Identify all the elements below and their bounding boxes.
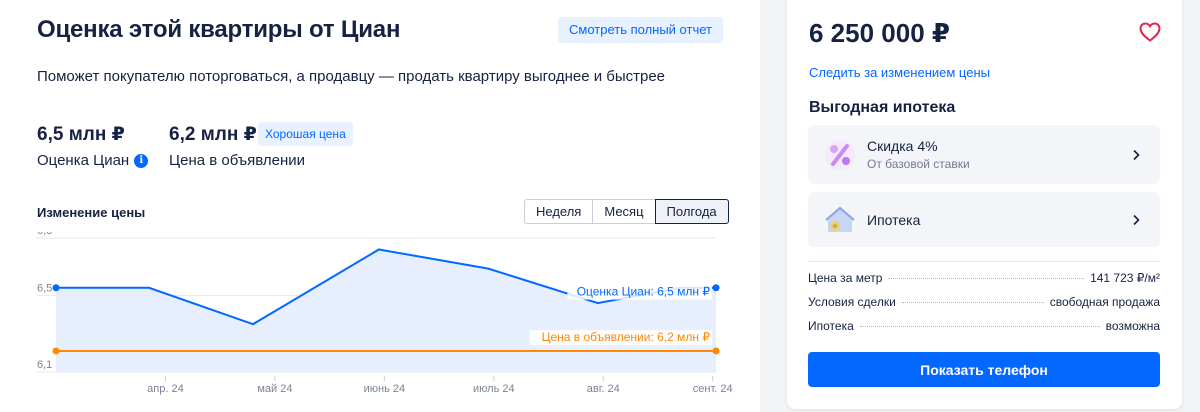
good-price-badge: Хорошая цена [258, 122, 353, 146]
x-tick-label: авг. 24 [587, 383, 620, 395]
discount-title: Скидка 4% [867, 138, 938, 154]
x-tick-label: май 24 [257, 383, 292, 395]
detail-row: Ипотека возможна [808, 319, 1160, 333]
listing-start-point [52, 347, 60, 355]
listing-price-label: Цена в объявлении [169, 152, 306, 169]
detail-row: Цена за метр 141 723 ₽/м² [808, 271, 1160, 285]
estimate-start-point [52, 284, 60, 292]
cian-estimate-label: Оценка Циан [37, 152, 130, 169]
chevron-right-icon [1133, 149, 1140, 160]
period-week-button[interactable]: Неделя [524, 199, 594, 224]
divider [808, 261, 1160, 262]
discount-subtitle: От базовой ставки [867, 157, 970, 171]
mortgage-title: Выгодная ипотека [809, 99, 956, 116]
y-tick-label: 6,8 [37, 232, 52, 237]
discount-card[interactable]: Скидка 4% От базовой ставки [808, 125, 1160, 184]
mortgage-card[interactable]: Ипотека [808, 192, 1160, 247]
heart-icon[interactable] [1138, 20, 1162, 44]
period-halfyear-button[interactable]: Полгода [654, 199, 729, 224]
y-tick-label: 6,5 [37, 282, 52, 294]
estimate-subtitle: Поможет покупателю поторговаться, а прод… [37, 68, 666, 85]
detail-row: Условия сделки свободная продажа [808, 295, 1160, 309]
x-tick-label: апр. 24 [147, 383, 184, 395]
show-phone-button[interactable]: Показать телефон [808, 352, 1160, 387]
chevron-right-icon [1133, 214, 1140, 225]
dotted-leader [888, 278, 1085, 279]
period-month-button[interactable]: Месяц [592, 199, 656, 224]
chart-title: Изменение цены [37, 205, 146, 220]
period-switcher: Неделя Месяц Полгода [524, 199, 729, 224]
y-tick-label: 6,1 [37, 359, 52, 371]
detail-value: возможна [1105, 319, 1160, 333]
mortgage-item-title: Ипотека [867, 211, 921, 228]
detail-label: Условия сделки [808, 295, 896, 309]
estimate-end-point [712, 284, 720, 292]
dotted-leader [901, 302, 1044, 303]
detail-value: 141 723 ₽/м² [1090, 271, 1160, 285]
cian-estimate-label-wrap: Оценка Циан i [37, 152, 149, 169]
apartment-price: 6 250 000 ₽ [809, 18, 950, 48]
info-icon[interactable]: i [134, 153, 149, 168]
detail-label: Цена за метр [808, 271, 883, 285]
detail-value: свободная продажа [1049, 295, 1160, 309]
estimate-panel: Оценка этой квартиры от Циан Смотреть по… [0, 0, 760, 412]
percent-icon [825, 139, 855, 170]
price-chart: 6,8 6,5 6,1 апр. 24 май 24 июнь 24 июль 24 авг.… [36, 232, 733, 395]
x-tick-label: июнь 24 [364, 383, 406, 395]
x-tick-label: июль 24 [473, 383, 515, 395]
follow-price-link[interactable]: Следить за изменением цены [809, 65, 990, 80]
price-sidebar: 6 250 000 ₽ Следить за изменением цены В… [787, 0, 1182, 409]
estimate-series-label: Оценка Циан: 6,5 млн ₽ [577, 285, 711, 299]
estimate-area [56, 249, 716, 372]
listing-price-value: 6,2 млн ₽ [169, 124, 257, 145]
house-icon [825, 206, 855, 232]
detail-label: Ипотека [808, 319, 854, 333]
estimate-title: Оценка этой квартиры от Циан [37, 16, 401, 43]
listing-end-point [712, 347, 720, 355]
full-report-button[interactable]: Смотреть полный отчет [558, 17, 723, 43]
cian-estimate-value: 6,5 млн ₽ [37, 124, 125, 145]
x-tick-label: сент. 24 [693, 383, 733, 395]
dotted-leader [859, 326, 1100, 327]
listing-series-label: Цена в объявлении: 6,2 млн ₽ [542, 330, 711, 344]
